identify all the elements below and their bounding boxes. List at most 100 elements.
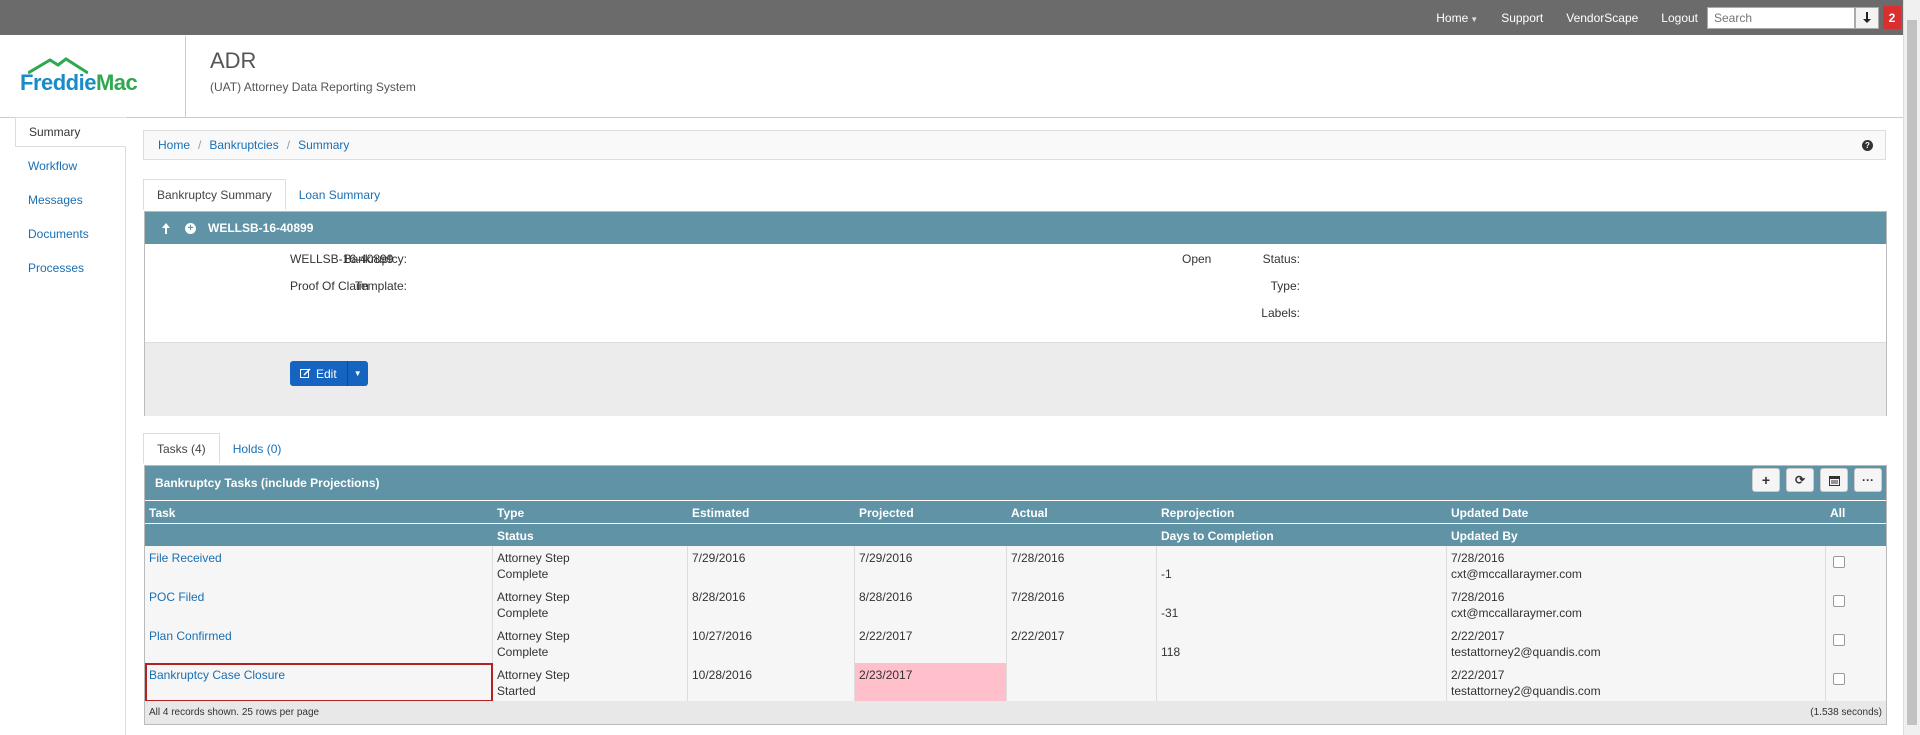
task-status: Complete [497, 567, 549, 581]
table-footer: All 4 records shown. 25 rows per page (1… [145, 701, 1886, 724]
task-updated-by: testattorney2@quandis.com [1451, 684, 1601, 698]
task-projected: 2/22/2017 [855, 624, 1007, 663]
sidebar-item-workflow[interactable]: Workflow [15, 151, 125, 181]
task-link[interactable]: File Received [149, 551, 222, 565]
col-header-projected[interactable]: Projected [859, 506, 914, 520]
task-link[interactable]: Plan Confirmed [149, 629, 232, 643]
arrow-up-icon[interactable] [159, 222, 173, 234]
tab-bankruptcy-summary[interactable]: Bankruptcy Summary [143, 179, 286, 210]
task-tabs: Tasks (4) Holds (0) [143, 433, 294, 464]
edit-button-label: Edit [316, 366, 337, 381]
panel-actions: Edit ▼ [145, 342, 1886, 416]
col-header-task[interactable]: Task [149, 506, 175, 520]
bankruptcy-number: WELLSB-16-40899 [208, 221, 314, 235]
table-row: Plan Confirmed Attorney Step Complete 10/… [145, 624, 1886, 664]
sidebar-item-processes[interactable]: Processes [15, 253, 125, 283]
col-header-type[interactable]: Type [497, 506, 524, 520]
task-actual [1007, 663, 1157, 702]
nav-home-link[interactable]: Home ▼ [1436, 11, 1478, 25]
bankruptcy-value-link[interactable]: WELLSB-16-40899 [290, 252, 393, 266]
col-header-actual[interactable]: Actual [1011, 506, 1048, 520]
task-actual: 7/28/2016 [1007, 585, 1157, 624]
col-header-days-to-completion[interactable]: Days to Completion [1161, 529, 1274, 543]
task-projected: 8/28/2016 [855, 585, 1007, 624]
edit-button[interactable]: Edit [290, 361, 348, 386]
tab-holds[interactable]: Holds (0) [220, 433, 295, 464]
tasks-toolbar: + ⟳ ··· [1746, 468, 1882, 492]
add-circle-icon[interactable]: + [185, 222, 196, 234]
task-days-to-completion: 118 [1157, 624, 1447, 663]
table-row: Bankruptcy Case Closure Attorney Step Sta… [145, 663, 1886, 703]
sidebar-item-messages[interactable]: Messages [15, 185, 125, 215]
sidebar-item-documents[interactable]: Documents [15, 219, 125, 249]
breadcrumb-summary[interactable]: Summary [298, 138, 349, 152]
task-updated-date: 7/28/2016 [1451, 590, 1505, 604]
row-checkbox[interactable] [1833, 556, 1845, 568]
ellipsis-icon: ··· [1862, 473, 1874, 487]
task-projected: 7/29/2016 [855, 546, 1007, 585]
edit-icon [300, 368, 311, 378]
row-checkbox[interactable] [1833, 634, 1845, 646]
task-type: Attorney Step [497, 551, 570, 565]
scrollbar-thumb[interactable] [1907, 20, 1917, 725]
status-label: Status: [1262, 252, 1300, 266]
refresh-button[interactable]: ⟳ [1786, 468, 1814, 492]
top-nav-links: Home▼ Support VendorScape Logout 2 [1436, 0, 1903, 35]
labels-label: Labels: [1261, 306, 1300, 320]
logo-text-freddie: Freddie [20, 70, 96, 95]
task-estimated: 8/28/2016 [688, 585, 855, 624]
download-icon[interactable] [1855, 6, 1879, 29]
row-checkbox[interactable] [1833, 673, 1845, 685]
calendar-button[interactable] [1820, 468, 1848, 492]
refresh-icon: ⟳ [1794, 473, 1806, 487]
col-header-updated-by[interactable]: Updated By [1451, 529, 1518, 543]
breadcrumb-home[interactable]: Home [158, 138, 190, 152]
task-status: Started [497, 684, 536, 698]
edit-button-group: Edit ▼ [290, 361, 368, 386]
nav-support-link[interactable]: Support [1501, 11, 1543, 25]
notification-badge[interactable]: 2 [1883, 6, 1901, 29]
chevron-down-icon: ▼ [1470, 14, 1479, 24]
app-subtitle: (UAT) Attorney Data Reporting System [210, 80, 416, 94]
search-input[interactable] [1707, 6, 1855, 29]
table-row: POC Filed Attorney Step Complete 8/28/201… [145, 585, 1886, 625]
task-updated-date: 7/28/2016 [1451, 551, 1505, 565]
edit-dropdown-toggle[interactable]: ▼ [347, 361, 368, 386]
more-options-button[interactable]: ··· [1854, 468, 1882, 492]
task-link[interactable]: POC Filed [149, 590, 204, 604]
task-type: Attorney Step [497, 668, 570, 682]
row-checkbox[interactable] [1833, 595, 1845, 607]
records-count: All 4 records shown. 25 rows per page [149, 707, 320, 718]
add-task-button[interactable]: + [1752, 468, 1780, 492]
col-header-reprojection[interactable]: Reprojection [1161, 506, 1234, 520]
col-header-all[interactable]: All [1830, 506, 1845, 520]
task-estimated: 10/28/2016 [688, 663, 855, 702]
task-link[interactable]: Bankruptcy Case Closure [149, 668, 285, 682]
tab-tasks[interactable]: Tasks (4) [143, 433, 220, 464]
nav-vendorscape-link[interactable]: VendorScape [1566, 11, 1638, 25]
type-label: Type: [1270, 279, 1300, 293]
summary-tabs: Bankruptcy Summary Loan Summary [143, 179, 393, 210]
nav-logout-link[interactable]: Logout [1661, 11, 1698, 25]
task-projected: 2/23/2017 [855, 663, 1007, 702]
help-icon[interactable]: ? [1862, 140, 1873, 151]
task-type: Attorney Step [497, 629, 570, 643]
col-header-status[interactable]: Status [497, 529, 534, 543]
sidebar-item-summary[interactable]: Summary [15, 117, 126, 147]
task-type: Attorney Step [497, 590, 570, 604]
col-header-estimated[interactable]: Estimated [692, 506, 749, 520]
table-header-row: Task Type Estimated Projected Actual Rep… [145, 500, 1886, 523]
task-updated-by: cxt@mccallaraymer.com [1451, 567, 1582, 581]
task-days-to-completion: -1 [1157, 546, 1447, 585]
tab-loan-summary[interactable]: Loan Summary [286, 179, 393, 210]
task-actual: 2/22/2017 [1007, 624, 1157, 663]
vertical-scrollbar[interactable] [1903, 0, 1920, 735]
top-navbar: Home▼ Support VendorScape Logout 2 [0, 0, 1903, 35]
breadcrumb-bankruptcies[interactable]: Bankruptcies [209, 138, 278, 152]
sidebar: Summary Workflow Messages Documents Proc… [15, 117, 126, 735]
col-header-updated-date[interactable]: Updated Date [1451, 506, 1528, 520]
breadcrumb-separator: / [198, 138, 202, 152]
template-value: Proof Of Claim [290, 279, 369, 293]
freddie-mac-logo: FreddieMac [20, 56, 160, 96]
task-actual: 7/28/2016 [1007, 546, 1157, 585]
